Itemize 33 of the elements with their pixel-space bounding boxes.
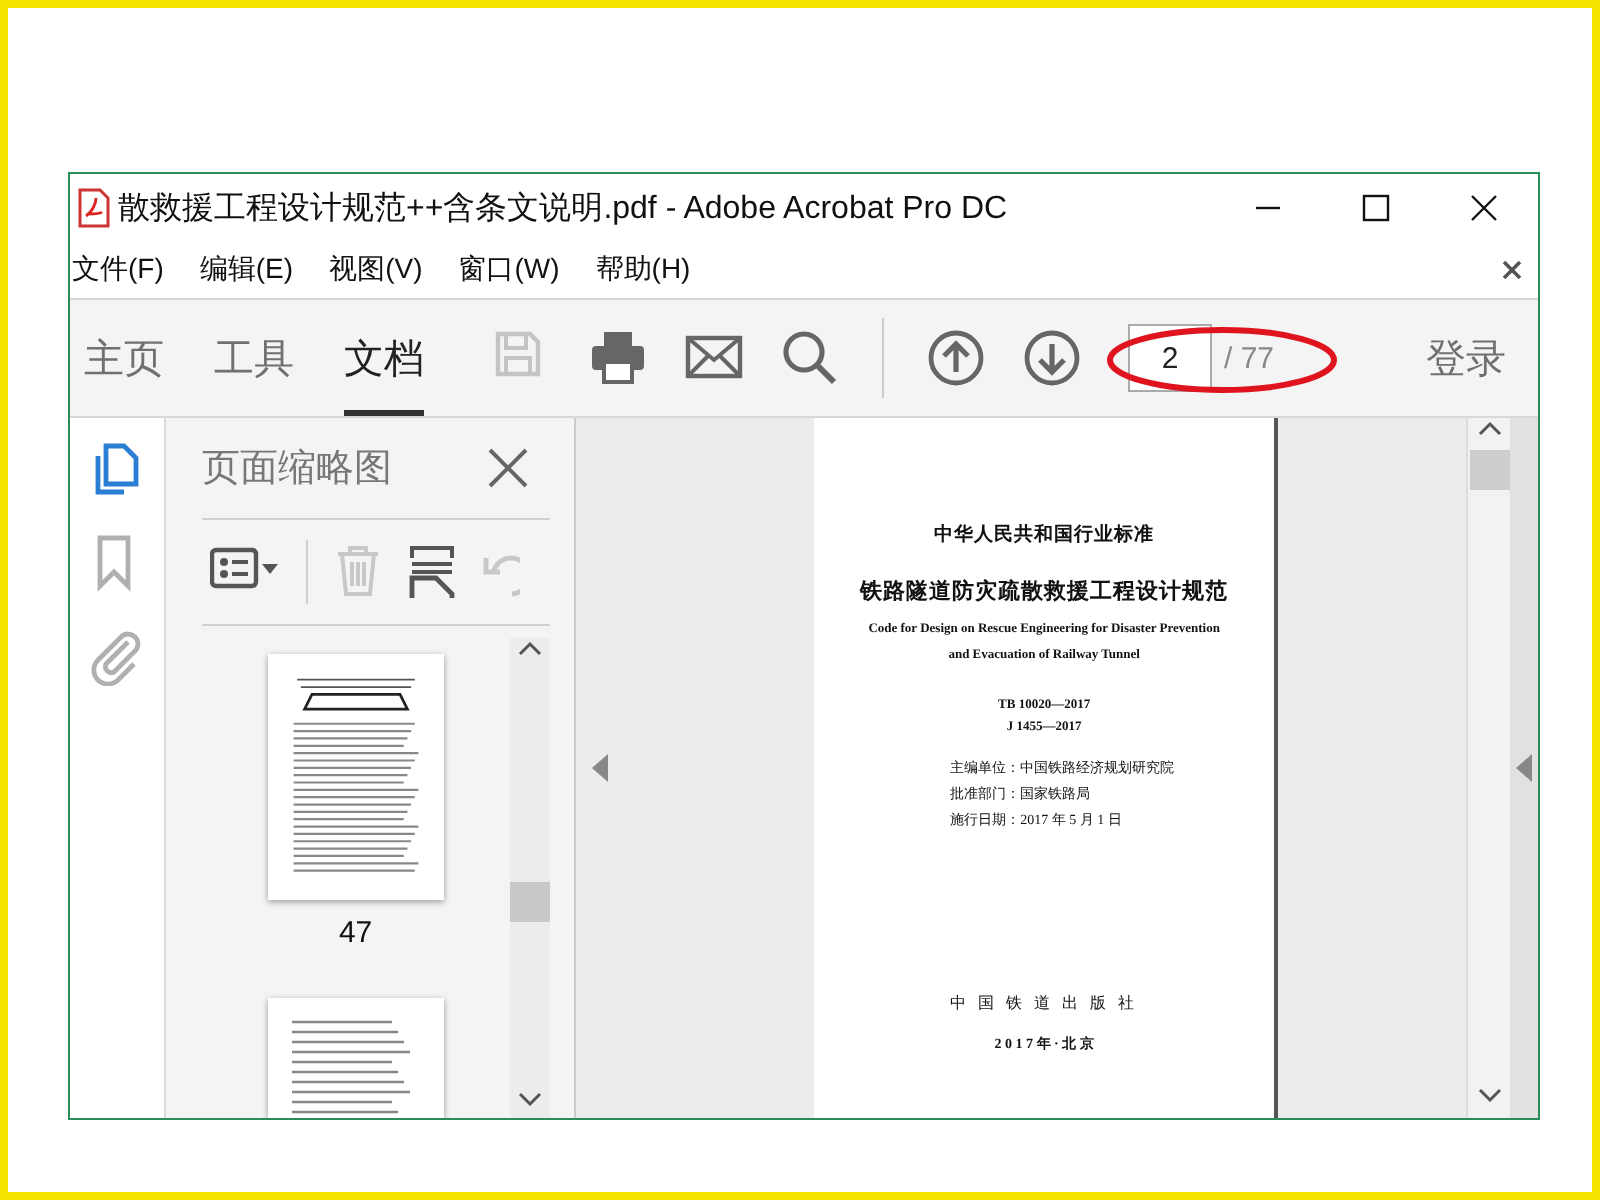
sign-in-link[interactable]: 登录 [1426, 331, 1506, 385]
close-icon[interactable] [1502, 260, 1522, 280]
scrollbar-thumb[interactable] [509, 882, 550, 922]
pdf-file-icon [78, 188, 110, 228]
printer-icon[interactable] [588, 328, 648, 388]
menu-item[interactable]: 文件(F) [72, 252, 164, 288]
scrollbar-thumb[interactable] [1469, 450, 1510, 490]
panel-title: 页面缩略图 [201, 446, 392, 494]
page-thumbnail[interactable] [267, 998, 444, 1118]
menu-item[interactable]: 编辑(E) [199, 252, 294, 288]
paperclip-icon[interactable] [88, 626, 145, 686]
page-count: / 77 [1224, 341, 1275, 375]
menu-item[interactable]: 视图(V) [329, 252, 423, 288]
scroll-down-icon[interactable] [1477, 1086, 1502, 1106]
publisher-name: 中 国 铁 道 出 版 社 [948, 992, 1141, 1014]
search-icon[interactable] [780, 328, 840, 388]
scroll-up-icon[interactable] [517, 638, 542, 658]
tab[interactable]: 工具 [214, 300, 294, 416]
menu-item[interactable]: 帮助(H) [595, 252, 691, 288]
page-number: 47 [338, 916, 373, 950]
tab[interactable]: 主页 [84, 300, 164, 416]
page-thumbnail[interactable] [267, 654, 444, 900]
extract-pages-icon[interactable] [407, 542, 456, 602]
menu-item[interactable]: 窗口(W) [458, 252, 560, 288]
collapse-arrow-icon[interactable] [1516, 754, 1533, 782]
scroll-down-icon[interactable] [517, 1090, 542, 1110]
collapse-arrow-icon[interactable] [591, 754, 608, 782]
maximize-icon[interactable] [1362, 194, 1390, 222]
scroll-up-icon[interactable] [1477, 418, 1502, 438]
window-title: 散救援工程设计规范++含条文说明.pdf - Adobe Acrobat Pro DC [118, 189, 1008, 229]
document-heading: 中华人民共和国行业标准 [932, 522, 1157, 548]
document-title: 铁路隧道防灾疏散救援工程设计规范 [857, 577, 1231, 606]
close-icon[interactable] [1470, 194, 1498, 222]
